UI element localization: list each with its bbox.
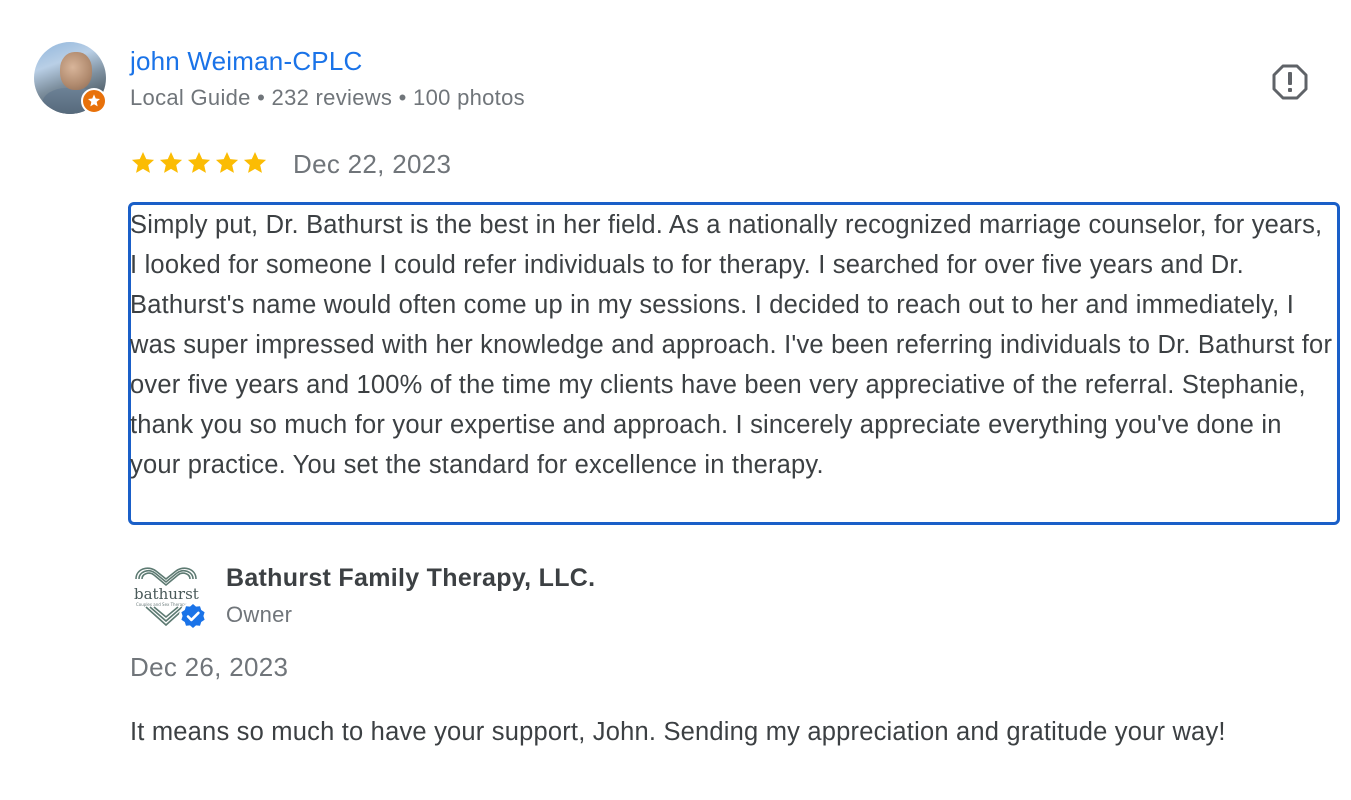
- star-icon: [243, 151, 267, 173]
- reviewer-name-link[interactable]: john Weiman-CPLC: [130, 46, 362, 77]
- owner-response-text: It means so much to have your support, J…: [130, 718, 1226, 746]
- local-guide-badge-icon: [81, 88, 107, 114]
- owner-business-name[interactable]: Bathurst Family Therapy, LLC.: [226, 564, 595, 593]
- report-flag-icon: [1272, 64, 1308, 100]
- owner-response-date: Dec 26, 2023: [130, 652, 289, 682]
- owner-role-label: Owner: [226, 602, 293, 627]
- verified-check-icon: [178, 601, 208, 631]
- owner-logo[interactable]: bathurst Couples and Sex Therapy: [132, 565, 208, 631]
- star-icon: [159, 151, 183, 173]
- review-date: Dec 22, 2023: [293, 149, 452, 179]
- star-icon: [215, 151, 239, 173]
- review-card: john Weiman-CPLC Local Guide • 232 revie…: [0, 0, 1351, 800]
- reviewer-meta[interactable]: Local Guide • 232 reviews • 100 photos: [130, 85, 525, 111]
- review-text[interactable]: Simply put, Dr. Bathurst is the best in …: [130, 205, 1336, 485]
- reviewer-avatar-container[interactable]: [34, 42, 107, 114]
- avatar-face: [60, 52, 92, 90]
- star-icon: [131, 151, 155, 173]
- star-rating: [130, 150, 268, 176]
- star-icon: [187, 151, 211, 173]
- report-review-button[interactable]: [1270, 62, 1310, 102]
